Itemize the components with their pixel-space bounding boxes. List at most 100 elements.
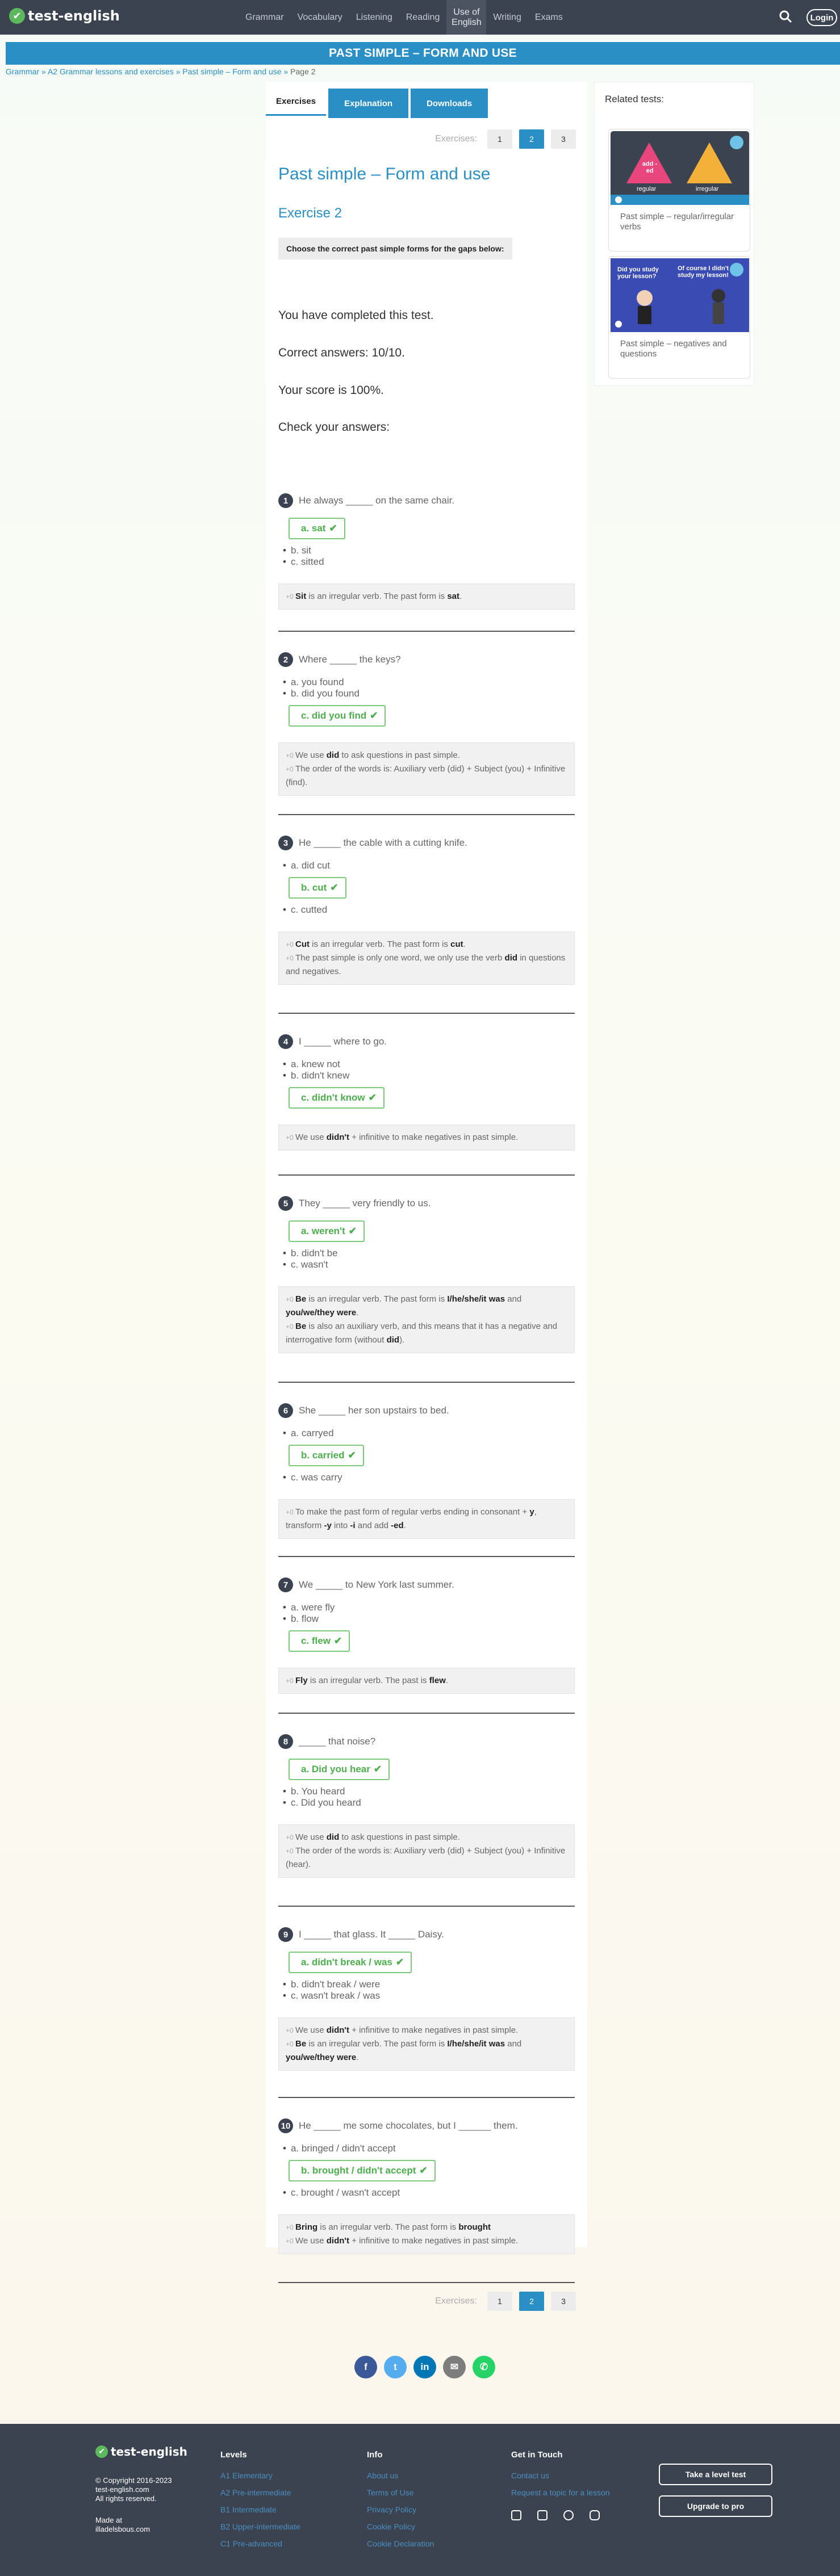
related-test-caption[interactable]: Past simple – regular/irregular verbs [620,212,745,232]
footer-link[interactable]: Terms of Use [367,2484,434,2501]
question-item: 5 They _____ very friendly to us. a. weren… [278,1194,575,1353]
explanation-text: The order of the words is: Auxiliary ver… [286,764,566,787]
question-number: 7 [278,1578,293,1592]
question-header: 2 Where _____ the keys? [278,651,575,669]
check-icon: ✔ [329,523,337,534]
related-test-thumbnail: Did you study your lesson? Of course I d… [611,258,749,332]
breadcrumb-item[interactable]: Past simple – Form and use [182,67,281,76]
exercise-pager-bottom: Exercises: 1 2 3 [435,2292,576,2311]
twitter-icon[interactable] [563,2510,574,2520]
question-text: _____ that noise? [299,1736,376,1747]
question-number: 8 [278,1734,293,1749]
explanation-line: We use didn't + infinitive to make negat… [286,2024,567,2037]
question-item: 3 He _____ the cable with a cutting knife… [278,834,575,985]
search-icon[interactable] [778,9,793,24]
answer-options: a. you foundb. did you found c. did you f… [283,677,575,727]
related-tests-sidebar: Related tests: add -ed regular irregular… [594,82,754,386]
card-label-left: Did you study your lesson? [617,266,659,280]
footer-link[interactable]: A2 Pre-intermediate [220,2484,300,2501]
pager-page-2[interactable]: 2 [519,129,544,149]
explanation-text: We use [295,1832,327,1842]
footer-link[interactable]: C1 Pre-advanced [220,2535,300,2552]
footer-link[interactable]: B1 Intermediate [220,2501,300,2518]
nav-grammar[interactable]: Grammar [239,0,291,35]
instagram-icon[interactable] [511,2510,521,2520]
main-nav: Grammar Vocabulary Listening Reading Use… [239,0,570,35]
question-text: Where _____ the keys? [299,654,401,665]
footer-link[interactable]: Request a topic for a lesson [511,2484,610,2501]
footer-link[interactable]: Contact us [511,2467,610,2484]
explanation-keyword: Sit [295,591,307,601]
explanation-text: We use [295,2236,327,2246]
card-label-left: add -ed [642,161,658,174]
question-text: She _____ her son upstairs to bed. [299,1405,449,1416]
footer-social [511,2510,610,2520]
share-buttons: f t in ✉ ✆ [354,2356,495,2378]
answer-explanation: To make the past form of regular verbs e… [278,1499,575,1539]
footer-link[interactable]: B2 Upper-intermediate [220,2518,300,2535]
explanation-text: and [505,2039,522,2049]
pager-page-2[interactable]: 2 [519,2292,544,2311]
check-icon: ✔ [395,1957,404,1967]
answer-option: b. You heard [283,1786,575,1797]
question-divider [278,1382,575,1383]
question-item: 10 He _____ me some chocolates, but I ___… [278,2117,575,2254]
footer-link[interactable]: A1 Elementary [220,2467,300,2484]
linkedin-icon[interactable]: in [413,2356,436,2378]
footer-link[interactable]: Cookie Policy [367,2518,434,2535]
related-test-caption[interactable]: Past simple – negatives and questions [620,339,745,359]
footer-link[interactable]: Privacy Policy [367,2501,434,2518]
question-number: 9 [278,1927,293,1942]
nav-listening[interactable]: Listening [349,0,399,35]
nav-writing[interactable]: Writing [486,0,528,35]
nav-vocabulary[interactable]: Vocabulary [291,0,349,35]
answer-explanation: We use didn't + infinitive to make negat… [278,1125,575,1151]
explanation-keyword: you/we/they were [286,2053,357,2062]
facebook-icon[interactable] [537,2510,548,2520]
question-divider [278,2097,575,2098]
upgrade-to-pro-button[interactable]: Upgrade to pro [659,2495,772,2517]
explanation-text: . [356,1308,359,1318]
take-level-test-button[interactable]: Take a level test [659,2464,772,2485]
answer-options: a. weren't✔ b. didn't bec. wasn't [283,1220,575,1270]
login-button[interactable]: Login [806,9,837,26]
youtube-icon[interactable] [590,2510,600,2520]
tab-exercises[interactable]: Exercises [266,89,327,116]
site-logo[interactable]: ✔ test-english [9,8,120,24]
email-icon[interactable]: ✉ [443,2356,466,2378]
footer-made-by[interactable]: illadelsbous.com [95,2525,187,2534]
pager-page-1[interactable]: 1 [487,2292,512,2311]
nav-exams[interactable]: Exams [528,0,570,35]
footer-link[interactable]: About us [367,2467,434,2484]
correct-answer-option: b. brought / didn't accept ✔ [289,2160,436,2181]
footer-site[interactable]: test-english.com [95,2485,187,2494]
tab-explanation[interactable]: Explanation [328,89,409,118]
pager-page-3[interactable]: 3 [551,2292,576,2311]
answer-option: a. bringed / didn't accept [283,2143,575,2154]
option-label: c. did you find [301,710,367,721]
related-test-card[interactable]: Did you study your lesson? Of course I d… [608,256,750,379]
related-test-card[interactable]: add -ed regular irregular Past simple – … [608,129,750,251]
tab-downloads[interactable]: Downloads [411,89,488,118]
whatsapp-icon[interactable]: ✆ [473,2356,495,2378]
nav-use-of-english[interactable]: Use of English [446,0,487,35]
question-item: 4 I _____ where to go. a. knew notb. didn'… [278,1033,575,1151]
pager-page-3[interactable]: 3 [551,129,576,149]
nav-reading[interactable]: Reading [399,0,447,35]
option-label: c. didn't know [301,1092,365,1103]
breadcrumb-item[interactable]: Grammar [6,67,39,76]
question-header: 3 He _____ the cable with a cutting knife… [278,834,575,852]
footer-logo[interactable]: ✔ test-english [95,2443,187,2460]
option-label: a. knew not [290,1059,340,1069]
breadcrumb: Grammar » A2 Grammar lessons and exercis… [6,67,316,76]
explanation-text: is an irregular verb. The past form is [306,2039,448,2049]
explanation-keyword: didn't [326,1132,349,1142]
breadcrumb-item[interactable]: A2 Grammar lessons and exercises [48,67,174,76]
pager-page-1[interactable]: 1 [487,129,512,149]
explanation-text: . [459,591,462,601]
explanation-keyword: Bring [295,2222,318,2232]
footer-link[interactable]: Cookie Declaration [367,2535,434,2552]
answer-option: a. knew not [283,1059,575,1070]
facebook-icon[interactable]: f [354,2356,377,2378]
twitter-icon[interactable]: t [384,2356,407,2378]
